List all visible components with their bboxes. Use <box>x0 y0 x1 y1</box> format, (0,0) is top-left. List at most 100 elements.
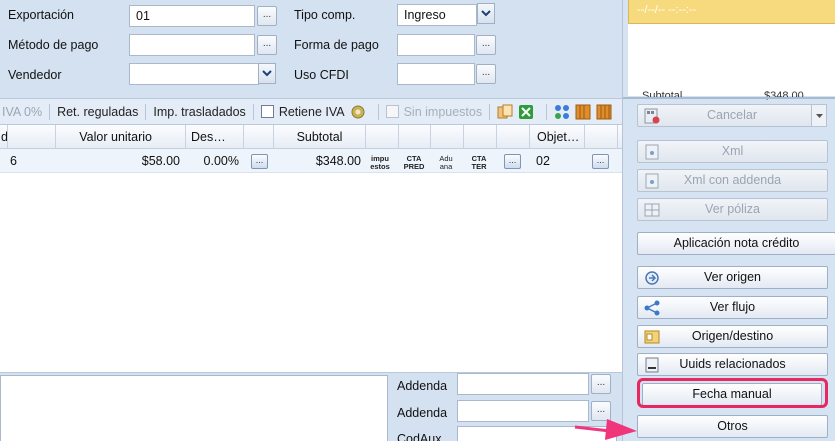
col-subtotal-header[interactable]: Subtotal <box>274 125 366 149</box>
forma-pago-field[interactable] <box>397 34 475 56</box>
col-blank-header <box>8 125 56 149</box>
addenda-browse-button[interactable]: ... <box>591 374 611 394</box>
origin-destination-icon <box>644 330 660 344</box>
codaux-label: CodAux <box>397 432 442 441</box>
col-descuento-header[interactable]: Des… <box>186 125 244 149</box>
tax-toolbar: IVA 0% Ret. reguladas Imp. trasladados R… <box>0 98 622 125</box>
row-dots-button[interactable]: ... <box>251 154 268 169</box>
ver-origen-label: Ver origen <box>704 270 761 284</box>
sin-impuestos-label: Sin impuestos <box>403 104 483 119</box>
separator <box>252 103 254 120</box>
col-cta-pred-header <box>399 125 431 149</box>
addenda-browse-button[interactable]: ... <box>591 401 611 421</box>
ver-origen-button[interactable]: Ver origen <box>637 266 828 289</box>
exportacion-browse-button[interactable]: ... <box>257 6 277 26</box>
subtotal-value: $348.00 <box>764 90 804 102</box>
uuids-relacionados-button[interactable]: Uuids relacionados <box>637 353 828 376</box>
ver-poliza-button[interactable]: Ver póliza <box>637 198 828 221</box>
impuestos-button[interactable]: impu estos <box>369 155 391 171</box>
col-blank-header <box>244 125 274 149</box>
observaciones-textarea[interactable] <box>0 375 388 441</box>
col-objeto-header[interactable]: Objet… <box>530 125 585 149</box>
tipo-comp-select[interactable]: Ingreso <box>397 4 477 26</box>
col-blank-header <box>497 125 530 149</box>
col-cta-ter-header <box>464 125 497 149</box>
row-dots-button[interactable]: ... <box>504 154 521 169</box>
cancelar-label: Cancelar <box>706 108 758 122</box>
xml-addenda-button[interactable]: Xml con addenda <box>637 169 828 192</box>
uso-cfdi-browse-button[interactable]: ... <box>476 64 496 84</box>
fecha-manual-highlight <box>637 378 828 408</box>
addenda-field[interactable] <box>457 400 589 422</box>
separator <box>49 103 51 120</box>
table-row[interactable]: 6 $58.00 0.00% ... $348.00 impu estos CT… <box>0 149 622 173</box>
origin-icon <box>645 271 659 285</box>
retiene-iva-checkbox[interactable] <box>260 105 274 118</box>
exportacion-label: Exportación <box>8 8 75 22</box>
ret-reguladas-button[interactable]: Ret. reguladas <box>57 105 138 119</box>
cell-valor-unitario[interactable]: $58.00 <box>56 149 180 173</box>
cell-descuento[interactable]: 0.00% <box>186 149 239 173</box>
concepts-grid: d Valor unitario Des… Subtotal Objet… 6 … <box>0 125 622 373</box>
cell-cantidad[interactable]: 6 <box>10 149 17 173</box>
chevron-down-icon <box>262 70 272 77</box>
excel-icon[interactable] <box>518 104 534 120</box>
columns-icon[interactable] <box>575 104 591 120</box>
addenda-field[interactable] <box>457 373 589 395</box>
metodo-pago-field[interactable] <box>129 34 255 56</box>
rows-icon[interactable] <box>596 104 612 120</box>
addenda-label: Addenda <box>397 379 448 393</box>
codaux-field[interactable] <box>457 426 617 441</box>
cta-ter-button[interactable]: CTA TER <box>467 155 491 171</box>
tipo-comp-label: Tipo comp. <box>294 8 356 22</box>
row-dots-button[interactable]: ... <box>592 154 609 169</box>
iva-button[interactable]: IVA 0% <box>2 105 42 119</box>
cell-objeto[interactable]: 02 <box>536 149 550 173</box>
ver-flujo-button[interactable]: Ver flujo <box>637 296 828 319</box>
cta-pred-button[interactable]: CTA PRED <box>402 155 426 171</box>
copy-icon[interactable] <box>497 104 513 120</box>
aduana-button[interactable]: Adu ana <box>435 155 457 171</box>
cancelar-dropdown-button[interactable] <box>811 104 827 127</box>
origen-destino-label: Origen/destino <box>691 329 774 343</box>
gear-icon[interactable] <box>350 104 366 120</box>
vendedor-field[interactable] <box>129 63 259 85</box>
separator <box>377 103 379 120</box>
sin-impuestos-checkbox[interactable] <box>385 105 399 118</box>
flow-icon <box>644 300 660 316</box>
aplicacion-nota-credito-button[interactable]: Aplicación nota crédito <box>637 232 835 255</box>
uuids-relacionados-label: Uuids relacionados <box>679 357 786 371</box>
forma-pago-browse-button[interactable]: ... <box>476 35 496 55</box>
grid-options-icon[interactable] <box>554 104 570 120</box>
poliza-icon <box>644 203 660 217</box>
vendedor-label: Vendedor <box>8 68 62 82</box>
xml-icon <box>645 144 659 160</box>
addenda-label: Addenda <box>397 406 448 420</box>
tipo-comp-dropdown-button[interactable] <box>477 3 495 24</box>
xml-label: Xml <box>721 144 744 158</box>
otros-button[interactable]: Otros <box>637 415 828 438</box>
uso-cfdi-field[interactable] <box>397 63 475 85</box>
actions-panel: --/--/-- --:--:-- Subtotal $348.00 Cance… <box>622 0 835 441</box>
origen-destino-button[interactable]: Origen/destino <box>637 325 828 348</box>
exportacion-field[interactable]: 01 <box>129 5 255 27</box>
cancelar-button[interactable]: Cancelar <box>637 104 827 127</box>
col-valor-unitario-header[interactable]: Valor unitario <box>56 125 186 149</box>
chevron-down-icon <box>481 10 491 17</box>
xml-button[interactable]: Xml <box>637 140 828 163</box>
col-cantidad-header[interactable]: d <box>0 125 8 149</box>
imp-trasladados-button[interactable]: Imp. trasladados <box>153 105 245 119</box>
grid-header: d Valor unitario Des… Subtotal Objet… <box>0 125 622 149</box>
ver-poliza-label: Ver póliza <box>705 202 760 216</box>
xml-addenda-label: Xml con addenda <box>683 173 782 187</box>
separator <box>145 103 147 120</box>
subtotal-label: Subtotal <box>642 90 683 102</box>
uuid-icon <box>645 357 659 373</box>
metodo-pago-browse-button[interactable]: ... <box>257 35 277 55</box>
uso-cfdi-label: Uso CFDI <box>294 68 349 82</box>
xml-icon <box>645 173 659 189</box>
col-blank-header <box>585 125 618 149</box>
cell-subtotal[interactable]: $348.00 <box>274 149 361 173</box>
otros-label: Otros <box>717 419 748 433</box>
vendedor-dropdown-button[interactable] <box>258 63 276 84</box>
